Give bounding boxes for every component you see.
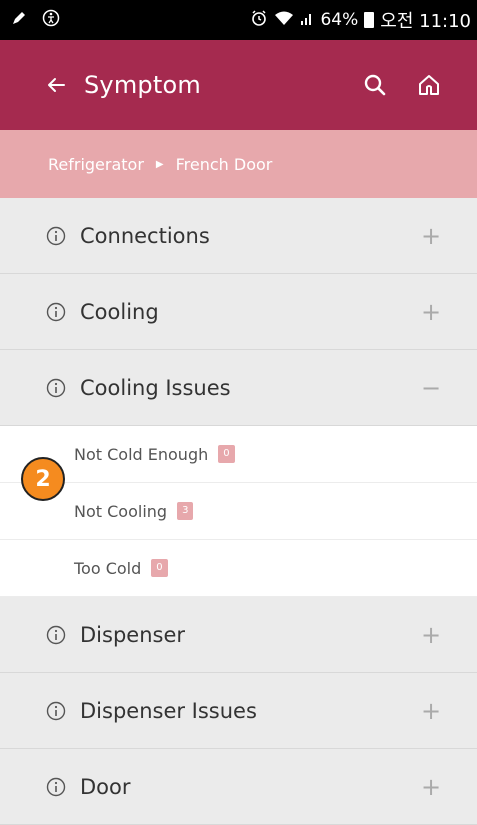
info-icon bbox=[46, 302, 66, 322]
symptom-label: Not Cooling bbox=[74, 501, 168, 521]
search-icon[interactable] bbox=[361, 71, 389, 99]
breadcrumb-item-refrigerator[interactable]: Refrigerator bbox=[48, 155, 144, 174]
status-bar: 64% 오전 11:10 bbox=[0, 0, 477, 40]
wifi-icon bbox=[274, 10, 294, 31]
symptom-label: Not Cold Enough bbox=[74, 444, 209, 464]
category-label: Connections bbox=[80, 223, 210, 248]
category-label: Dispenser bbox=[80, 622, 185, 647]
info-icon bbox=[46, 625, 66, 645]
expand-icon[interactable]: + bbox=[421, 298, 441, 326]
info-icon bbox=[46, 378, 66, 398]
battery-icon bbox=[364, 12, 375, 28]
expand-icon[interactable]: + bbox=[421, 773, 441, 801]
category-cooling-issues[interactable]: Cooling Issues − bbox=[0, 350, 477, 426]
info-icon bbox=[46, 777, 66, 797]
symptom-label: Too Cold bbox=[74, 558, 142, 578]
breadcrumb-item-french-door[interactable]: French Door bbox=[176, 155, 273, 174]
breadcrumb: Refrigerator ▶ French Door bbox=[0, 130, 477, 198]
category-door[interactable]: Door + bbox=[0, 749, 477, 825]
category-cooling[interactable]: Cooling + bbox=[0, 274, 477, 350]
category-label: Dispenser Issues bbox=[80, 698, 257, 723]
expand-icon[interactable]: + bbox=[421, 621, 441, 649]
accessibility-icon bbox=[42, 9, 60, 32]
count-badge: 3 bbox=[177, 502, 194, 520]
chevron-right-icon: ▶ bbox=[155, 158, 164, 170]
edit-icon bbox=[10, 9, 28, 32]
category-dispenser[interactable]: Dispenser + bbox=[0, 597, 477, 673]
category-dispenser-issues[interactable]: Dispenser Issues + bbox=[0, 673, 477, 749]
info-icon bbox=[46, 226, 66, 246]
clock: 오전 11:10 bbox=[380, 11, 471, 32]
expand-icon[interactable]: + bbox=[421, 697, 441, 725]
page-title: Symptom bbox=[84, 71, 201, 99]
alarm-icon bbox=[250, 9, 268, 32]
category-connections[interactable]: Connections + bbox=[0, 198, 477, 274]
symptom-too-cold[interactable]: Too Cold 0 bbox=[0, 540, 477, 597]
info-icon bbox=[46, 701, 66, 721]
symptom-not-cooling[interactable]: Not Cooling 3 bbox=[0, 483, 477, 540]
symptom-not-cold-enough[interactable]: Not Cold Enough 0 bbox=[0, 426, 477, 483]
back-arrow-icon[interactable] bbox=[42, 71, 70, 99]
expand-icon[interactable]: + bbox=[421, 222, 441, 250]
app-bar: Symptom bbox=[0, 40, 477, 130]
step-marker: 2 bbox=[21, 457, 65, 501]
count-badge: 0 bbox=[218, 445, 235, 463]
collapse-icon[interactable]: − bbox=[421, 374, 441, 402]
count-badge: 0 bbox=[151, 559, 168, 577]
battery-percent: 64% bbox=[320, 10, 359, 30]
home-icon[interactable] bbox=[415, 71, 443, 99]
symptom-list: Connections + Cooling + Cooling Issues −… bbox=[0, 198, 477, 825]
signal-icon bbox=[300, 10, 314, 31]
category-label: Cooling Issues bbox=[80, 375, 231, 400]
category-label: Cooling bbox=[80, 299, 159, 324]
